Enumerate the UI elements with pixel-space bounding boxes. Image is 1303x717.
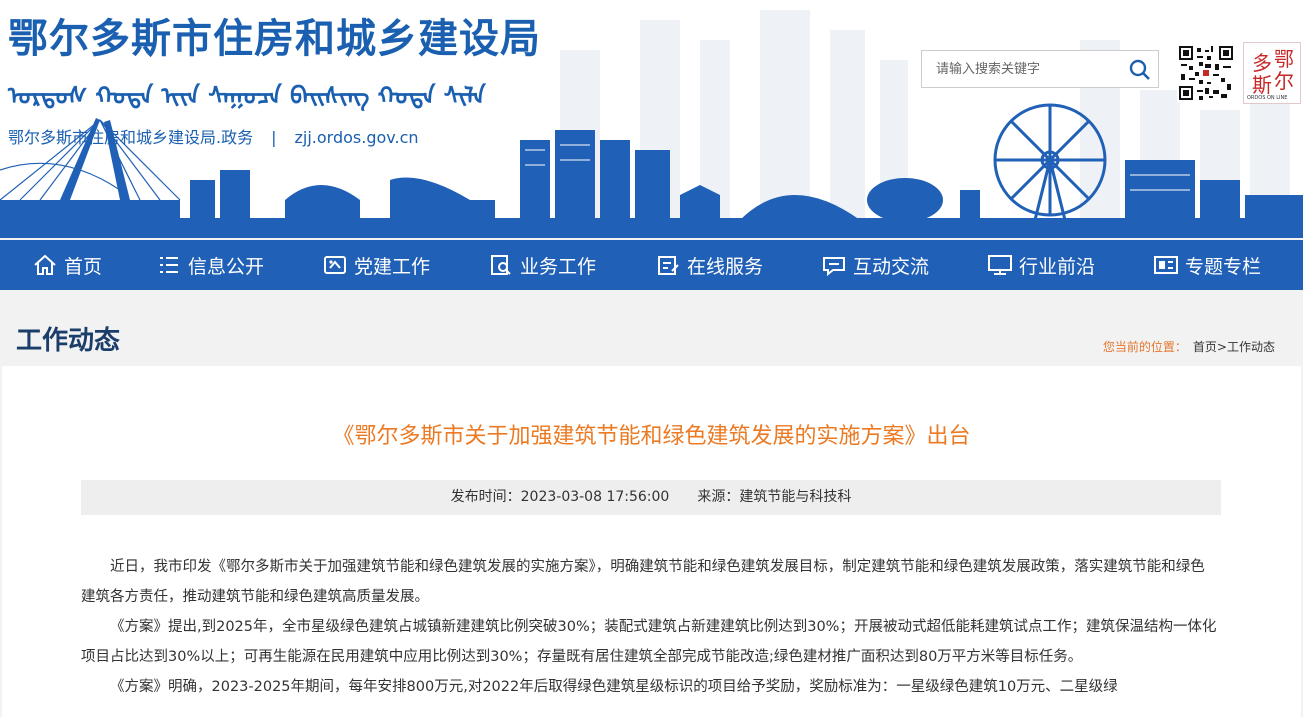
breadcrumb-separator: > — [1216, 340, 1227, 354]
site-header: 鄂尔多斯市住房和城乡建设局 ᠣᠷᠳᠣᠰ ᠬᠣᠲᠠ ᠢᠢᠨ ᠰᠠᠭᠤᠴᠠ ᠪᠠᠢᠰ… — [0, 0, 1303, 238]
nav-item-online-service[interactable]: 在线服务 — [655, 240, 763, 290]
search-box — [921, 50, 1159, 88]
party-icon — [324, 256, 346, 274]
nav-label: 在线服务 — [687, 255, 764, 278]
article-meta: 发布时间：2023-03-08 17:56:00 来源：建筑节能与科技科 — [81, 480, 1221, 515]
logo-char-4: 斯 — [1252, 73, 1272, 97]
nav-item-party[interactable]: 党建工作 — [322, 240, 430, 290]
document-search-icon — [491, 255, 511, 275]
main-nav: 首页 信息公开 党建工作 业务工作 在线服务 互动交流 行业前沿 专题专栏 — [0, 240, 1303, 290]
article-body: 近日，我市印发《鄂尔多斯市关于加强建筑节能和绿色建筑发展的实施方案》，明确建筑节… — [81, 552, 1219, 702]
nav-label: 互动交流 — [853, 255, 930, 278]
logo-subtitle: ORDOS ON LINE — [1247, 95, 1288, 101]
breadcrumb-label: 您当前的位置： — [1102, 340, 1187, 354]
department-name: 鄂尔多斯市住房和城乡建设局.政务 — [8, 128, 254, 147]
article-paragraph: 《方案》提出,到2025年，全市星级绿色建筑占城镇新建建筑比例突破30%；装配式… — [81, 619, 1217, 665]
ordos-online-logo[interactable]: 鄂 尔 多 斯 ORDOS ON LINE — [1243, 42, 1301, 104]
site-title: 鄂尔多斯市住房和城乡建设局 — [8, 15, 541, 62]
nav-label: 行业前沿 — [1019, 255, 1096, 278]
breadcrumb-current-link[interactable]: 工作动态 — [1227, 340, 1275, 354]
chat-icon — [823, 257, 845, 277]
nav-label: 信息公开 — [188, 255, 265, 278]
nav-label: 业务工作 — [520, 255, 597, 278]
nav-item-info[interactable]: 信息公开 — [156, 240, 264, 290]
nav-item-home[interactable]: 首页 — [32, 240, 102, 290]
nav-item-interaction[interactable]: 互动交流 — [821, 240, 929, 290]
nav-label: 党建工作 — [354, 255, 431, 278]
subline-separator: | — [271, 128, 277, 147]
list-icon — [160, 257, 178, 273]
nav-label: 首页 — [64, 255, 103, 278]
nav-item-special[interactable]: 专题专栏 — [1153, 240, 1261, 290]
nav-item-industry[interactable]: 行业前沿 — [987, 240, 1095, 290]
section-title: 工作动态 — [16, 326, 121, 356]
breadcrumb: 您当前的位置： 首页>工作动态 — [1103, 338, 1275, 355]
form-icon — [658, 256, 679, 275]
site-subline: 鄂尔多斯市住房和城乡建设局.政务 | zjj.ordos.gov.cn — [8, 124, 419, 148]
article-source: 来源：建筑节能与科技科 — [697, 489, 852, 505]
site-domain: zjj.ordos.gov.cn — [294, 128, 419, 147]
search-input[interactable] — [922, 51, 1126, 87]
nav-label: 专题专栏 — [1185, 255, 1262, 278]
logo-char-2: 尔 — [1274, 69, 1294, 93]
article-paragraph: 《方案》明确，2023-2025年期间，每年安排800万元,对2022年后取得绿… — [110, 679, 1118, 695]
nav-item-business[interactable]: 业务工作 — [488, 240, 596, 290]
section-bar: 工作动态 您当前的位置： 首页>工作动态 — [0, 290, 1303, 366]
monitor-icon — [988, 255, 1012, 275]
article-title: 《鄂尔多斯市关于加强建筑节能和绿色建筑发展的实施方案》出台 — [332, 424, 971, 449]
article-container: 《鄂尔多斯市关于加强建筑节能和绿色建筑发展的实施方案》出台 发布时间：2023-… — [2, 366, 1301, 717]
qr-code — [1177, 44, 1235, 102]
home-icon — [34, 254, 56, 275]
mongolian-title: ᠣᠷᠳᠣᠰ ᠬᠣᠲᠠ ᠢᠢᠨ ᠰᠠᠭᠤᠴᠠ ᠪᠠᠢᠰᠢᠩ ᠬᠣᠲᠠ ᠰᠢᠯᠡ — [8, 81, 486, 110]
newspaper-icon — [1154, 256, 1178, 274]
breadcrumb-home-link[interactable]: 首页 — [1193, 340, 1217, 354]
search-icon[interactable] — [1128, 58, 1152, 82]
publish-time: 发布时间：2023-03-08 17:56:00 — [450, 489, 670, 505]
article-paragraph: 近日，我市印发《鄂尔多斯市关于加强建筑节能和绿色建筑发展的实施方案》，明确建筑节… — [81, 559, 1205, 605]
